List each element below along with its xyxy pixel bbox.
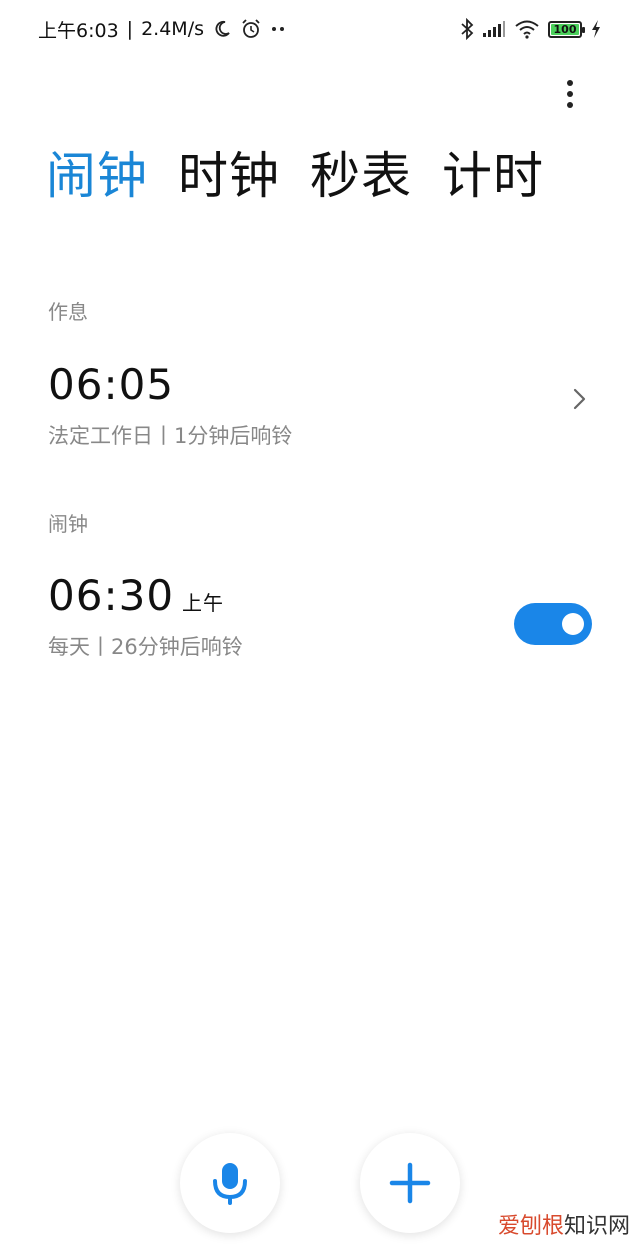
more-dots-icon <box>272 27 284 31</box>
charging-icon <box>592 20 600 38</box>
microphone-icon <box>213 1163 247 1205</box>
alarm-ampm: 上午 <box>182 591 225 615</box>
watermark: 爱刨根 知识网 <box>498 1208 630 1240</box>
watermark-site: 知识网 <box>563 1214 630 1239</box>
alarm-row[interactable]: 06:30 上午 每天丨26分钟后响铃 <box>0 571 640 681</box>
more-options-button[interactable] <box>552 72 588 116</box>
watermark-brand: 爱刨根 <box>497 1214 564 1239</box>
section-label-schedule: 作息 <box>48 300 88 324</box>
chevron-right-icon <box>573 388 586 410</box>
tab-timer[interactable]: 计时 <box>442 146 544 206</box>
more-dot <box>567 80 573 86</box>
status-bar: 上午6:03 | 2.4M/s 100 <box>0 0 640 58</box>
alarm-time: 06:30 上午 <box>48 571 224 620</box>
battery-level: 100 <box>553 22 577 36</box>
more-dot <box>567 102 573 108</box>
signal-icon <box>483 21 505 37</box>
status-bar-left: 上午6:03 | 2.4M/s <box>38 16 288 43</box>
status-time: 上午6:03 <box>38 19 119 42</box>
alarm-subtitle: 法定工作日丨1分钟后响铃 <box>48 424 293 448</box>
moon-icon <box>215 20 230 37</box>
status-divider: | <box>126 18 134 40</box>
schedule-alarm-row[interactable]: 06:05 法定工作日丨1分钟后响铃 <box>0 360 640 470</box>
status-bar-right: 100 <box>460 18 602 40</box>
tab-clock[interactable]: 时钟 <box>178 146 280 206</box>
tab-stopwatch[interactable]: 秒表 <box>310 146 412 206</box>
alarm-icon <box>242 19 260 38</box>
section-label-alarms: 闹钟 <box>48 512 88 536</box>
wifi-icon <box>515 20 539 39</box>
status-network-speed: 2.4M/s <box>141 18 204 40</box>
more-dot <box>567 91 573 97</box>
plus-icon <box>389 1162 431 1204</box>
battery-icon: 100 <box>548 20 585 38</box>
alarm-subtitle: 每天丨26分钟后响铃 <box>48 635 243 659</box>
toggle-knob <box>562 613 584 635</box>
alarm-time-value: 06:30 <box>48 571 175 620</box>
alarm-time-value: 06:05 <box>48 360 175 409</box>
voice-button[interactable] <box>180 1133 280 1233</box>
tab-alarm[interactable]: 闹钟 <box>46 146 148 206</box>
bluetooth-icon <box>461 18 474 40</box>
alarm-toggle[interactable] <box>514 603 592 645</box>
add-alarm-button[interactable] <box>360 1133 460 1233</box>
tab-bar: 闹钟 时钟 秒表 计时 <box>46 146 544 206</box>
alarm-time: 06:05 <box>48 360 174 409</box>
